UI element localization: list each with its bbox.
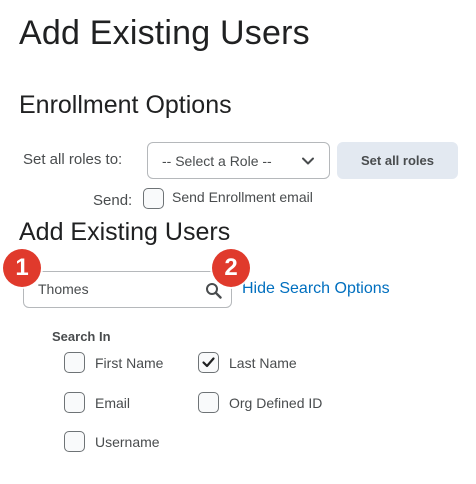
- hide-search-options-link[interactable]: Hide Search Options: [242, 280, 390, 298]
- set-all-roles-button[interactable]: Set all roles: [337, 142, 458, 179]
- enrollment-options-heading: Enrollment Options: [19, 91, 232, 119]
- username-label: Username: [95, 433, 160, 450]
- chevron-down-icon: [302, 157, 314, 165]
- last-name-label: Last Name: [229, 354, 297, 371]
- search-input[interactable]: [38, 281, 188, 297]
- org-defined-id-label: Org Defined ID: [229, 394, 323, 411]
- option-org-defined-id[interactable]: Org Defined ID: [198, 392, 322, 413]
- search-in-label: Search In: [52, 329, 111, 344]
- send-label: Send:: [93, 192, 133, 209]
- first-name-checkbox[interactable]: [64, 352, 85, 373]
- username-checkbox[interactable]: [64, 431, 85, 452]
- callout-badge-2: 2: [212, 249, 250, 287]
- option-first-name[interactable]: First Name: [64, 352, 163, 373]
- check-icon: [202, 357, 215, 368]
- option-email[interactable]: Email: [64, 392, 130, 413]
- search-icon[interactable]: [205, 282, 222, 299]
- send-enrollment-email-label[interactable]: Send Enrollment email: [172, 189, 313, 205]
- callout-badge-1: 1: [3, 249, 41, 287]
- email-label: Email: [95, 394, 131, 411]
- role-select-value: -- Select a Role --: [162, 152, 272, 169]
- set-all-roles-label: Set all roles to:: [23, 151, 123, 168]
- add-existing-users-heading: Add Existing Users: [19, 218, 231, 246]
- option-username[interactable]: Username: [64, 431, 160, 452]
- email-checkbox[interactable]: [64, 392, 85, 413]
- last-name-checkbox[interactable]: [198, 352, 219, 373]
- send-enrollment-email-checkbox[interactable]: [143, 188, 164, 209]
- org-defined-id-checkbox[interactable]: [198, 392, 219, 413]
- role-select[interactable]: -- Select a Role --: [147, 142, 330, 179]
- page-title: Add Existing Users: [19, 14, 310, 52]
- search-box: [23, 271, 232, 308]
- option-last-name[interactable]: Last Name: [198, 352, 297, 373]
- first-name-label: First Name: [95, 354, 164, 371]
